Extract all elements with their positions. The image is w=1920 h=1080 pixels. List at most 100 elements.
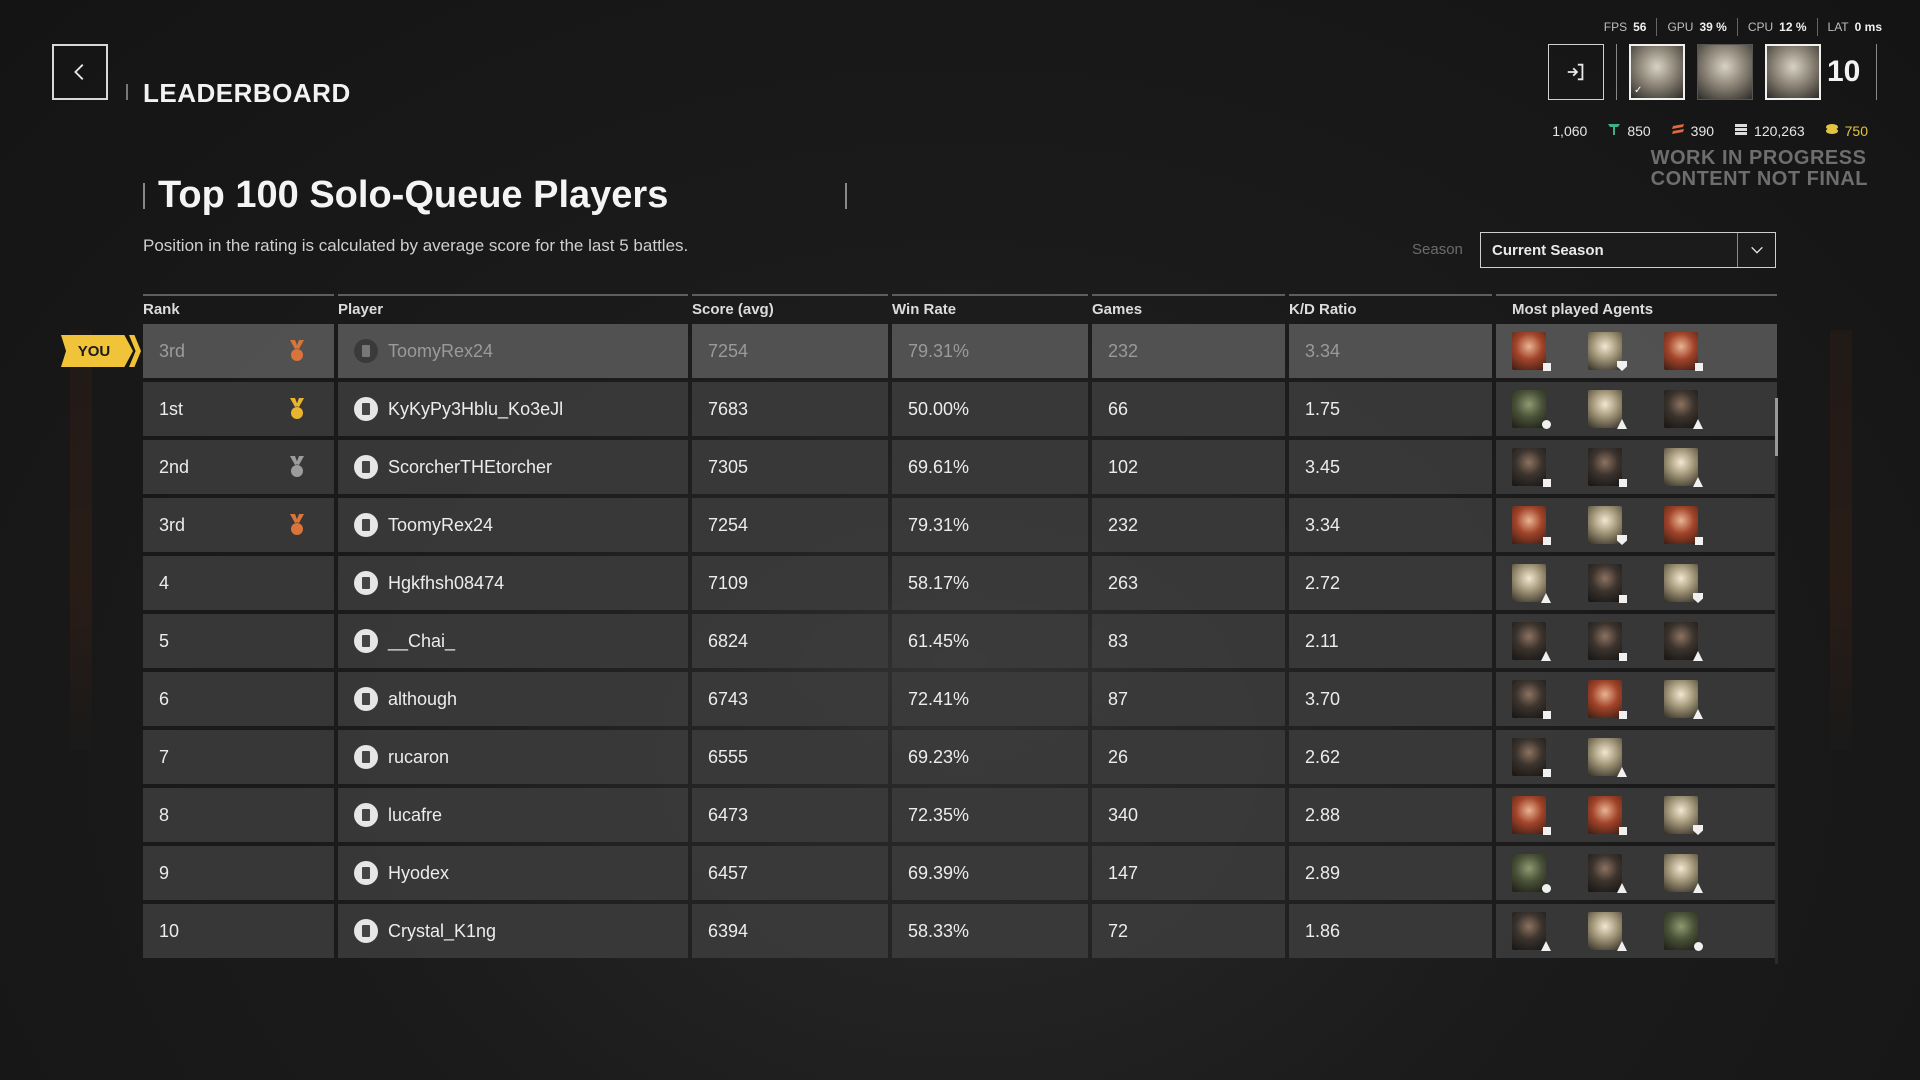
- agent-role-icon: [1617, 767, 1627, 777]
- kd-cell: 2.11: [1289, 614, 1492, 668]
- squad-member-portrait[interactable]: [1697, 44, 1753, 100]
- agent-portrait[interactable]: [1512, 332, 1551, 371]
- player-name[interactable]: KyKyPy3Hblu_Ko3eJl: [388, 399, 563, 420]
- rank-cell: 8: [143, 788, 334, 842]
- score-cell: 6394: [692, 904, 888, 958]
- table-row[interactable]: 1st KyKyPy3Hblu_Ko3eJl 7683 50.00% 66 1.75: [143, 382, 1777, 436]
- agent-portrait[interactable]: [1512, 448, 1551, 487]
- agent-role-icon: [1542, 420, 1551, 429]
- agent-portrait[interactable]: [1588, 448, 1627, 487]
- agent-role-icon: [1693, 651, 1703, 661]
- player-name[interactable]: ToomyRex24: [388, 341, 493, 362]
- agent-portrait[interactable]: [1512, 390, 1551, 429]
- agent-portrait[interactable]: [1512, 622, 1551, 661]
- squad-member-portrait[interactable]: [1765, 44, 1821, 100]
- column-header-games[interactable]: Games: [1092, 294, 1285, 324]
- score-cell: 7683: [692, 382, 888, 436]
- table-row[interactable]: 8 lucafre 6473 72.35% 340 2.88: [143, 788, 1777, 842]
- win-rate-cell: 72.35%: [892, 788, 1088, 842]
- agent-portrait[interactable]: [1512, 854, 1551, 893]
- agent-portrait[interactable]: [1512, 738, 1551, 777]
- agent-role-icon: [1694, 942, 1703, 951]
- kd-cell: 3.70: [1289, 672, 1492, 726]
- column-header-score[interactable]: Score (avg): [692, 294, 888, 324]
- squad-member-portrait[interactable]: ✓: [1629, 44, 1685, 100]
- table-row[interactable]: 2nd ScorcherTHEtorcher 7305 69.61% 102 3.45: [143, 440, 1777, 494]
- games-cell: 87: [1092, 672, 1285, 726]
- player-badge-icon: [354, 745, 378, 769]
- table-row[interactable]: 4 Hgkfhsh08474 7109 58.17% 263 2.72: [143, 556, 1777, 610]
- kd-cell: 2.89: [1289, 846, 1492, 900]
- column-header-kd[interactable]: K/D Ratio: [1289, 294, 1492, 324]
- agent-role-icon: [1693, 593, 1703, 603]
- agent-portrait[interactable]: [1664, 680, 1703, 719]
- exit-button[interactable]: [1548, 44, 1604, 100]
- agent-portrait[interactable]: [1664, 332, 1703, 371]
- agent-portrait[interactable]: [1512, 796, 1551, 835]
- kd-cell: 2.72: [1289, 556, 1492, 610]
- player-name[interactable]: Hyodex: [388, 863, 449, 884]
- agent-portrait[interactable]: [1664, 912, 1703, 951]
- player-name[interactable]: ToomyRex24: [388, 515, 493, 536]
- agents-cell: [1496, 788, 1777, 842]
- player-name[interactable]: __Chai_: [388, 631, 455, 652]
- games-cell: 232: [1092, 324, 1285, 378]
- agent-portrait[interactable]: [1588, 390, 1627, 429]
- agent-portrait[interactable]: [1664, 448, 1703, 487]
- chevron-left-icon: [74, 64, 84, 80]
- player-cell: lucafre: [338, 788, 688, 842]
- games-cell: 72: [1092, 904, 1285, 958]
- agent-portrait[interactable]: [1664, 390, 1703, 429]
- agent-portrait[interactable]: [1512, 680, 1551, 719]
- agent-portrait[interactable]: [1588, 912, 1627, 951]
- score-cell: 7254: [692, 324, 888, 378]
- season-dropdown[interactable]: Current Season: [1480, 232, 1776, 268]
- agent-portrait[interactable]: [1664, 622, 1703, 661]
- agent-portrait[interactable]: [1588, 332, 1627, 371]
- rank-cell: 9: [143, 846, 334, 900]
- agent-portrait[interactable]: [1588, 854, 1627, 893]
- rank-value: 7: [159, 746, 170, 767]
- column-header-rank[interactable]: Rank: [143, 294, 334, 324]
- player-name[interactable]: although: [388, 689, 457, 710]
- scrollbar-thumb[interactable]: [1775, 398, 1778, 456]
- player-name[interactable]: lucafre: [388, 805, 442, 826]
- agent-portrait[interactable]: [1588, 738, 1627, 777]
- agent-portrait[interactable]: [1512, 912, 1551, 951]
- player-name[interactable]: ScorcherTHEtorcher: [388, 457, 552, 478]
- agent-portrait[interactable]: [1664, 796, 1703, 835]
- agent-portrait[interactable]: [1664, 564, 1703, 603]
- games-cell: 102: [1092, 440, 1285, 494]
- table-row[interactable]: 6 although 6743 72.41% 87 3.70: [143, 672, 1777, 726]
- scrollbar-track[interactable]: [1775, 398, 1778, 964]
- player-name[interactable]: Hgkfhsh08474: [388, 573, 504, 594]
- medal-bronze-icon: [290, 514, 304, 535]
- agent-portrait[interactable]: [1588, 796, 1627, 835]
- performance-stats: FPS 56 GPU 39 % CPU 12 % LAT 0 ms: [1604, 18, 1882, 36]
- table-row[interactable]: 7 rucaron 6555 69.23% 26 2.62: [143, 730, 1777, 784]
- agent-portrait[interactable]: [1588, 564, 1627, 603]
- agent-portrait[interactable]: [1664, 854, 1703, 893]
- medal-gold-icon: [290, 398, 304, 419]
- column-header-win-rate[interactable]: Win Rate: [892, 294, 1088, 324]
- player-name[interactable]: Crystal_K1ng: [388, 921, 496, 942]
- squad-count: 10: [1827, 55, 1861, 88]
- agent-portrait[interactable]: [1664, 506, 1703, 545]
- table-row[interactable]: 9 Hyodex 6457 69.39% 147 2.89: [143, 846, 1777, 900]
- player-name[interactable]: rucaron: [388, 747, 449, 768]
- back-button[interactable]: [52, 44, 108, 100]
- rank-value: 9: [159, 862, 170, 883]
- column-header-player[interactable]: Player: [338, 294, 688, 324]
- agent-portrait[interactable]: [1588, 622, 1627, 661]
- agent-portrait[interactable]: [1512, 564, 1551, 603]
- table-row[interactable]: 3rd ToomyRex24 7254 79.31% 232 3.34: [143, 498, 1777, 552]
- table-row[interactable]: 10 Crystal_K1ng 6394 58.33% 72 1.86: [143, 904, 1777, 958]
- rank-cell: 5: [143, 614, 334, 668]
- wip-line: CONTENT NOT FINAL: [1650, 168, 1868, 190]
- table-row[interactable]: 5 __Chai_ 6824 61.45% 83 2.11: [143, 614, 1777, 668]
- agent-portrait[interactable]: [1588, 506, 1627, 545]
- my-rank-row[interactable]: YOU 3rd ToomyRex24 7254 79.31% 232 3.34: [61, 324, 1777, 378]
- agents-cell: [1496, 846, 1777, 900]
- agent-portrait[interactable]: [1512, 506, 1551, 545]
- agent-portrait[interactable]: [1588, 680, 1627, 719]
